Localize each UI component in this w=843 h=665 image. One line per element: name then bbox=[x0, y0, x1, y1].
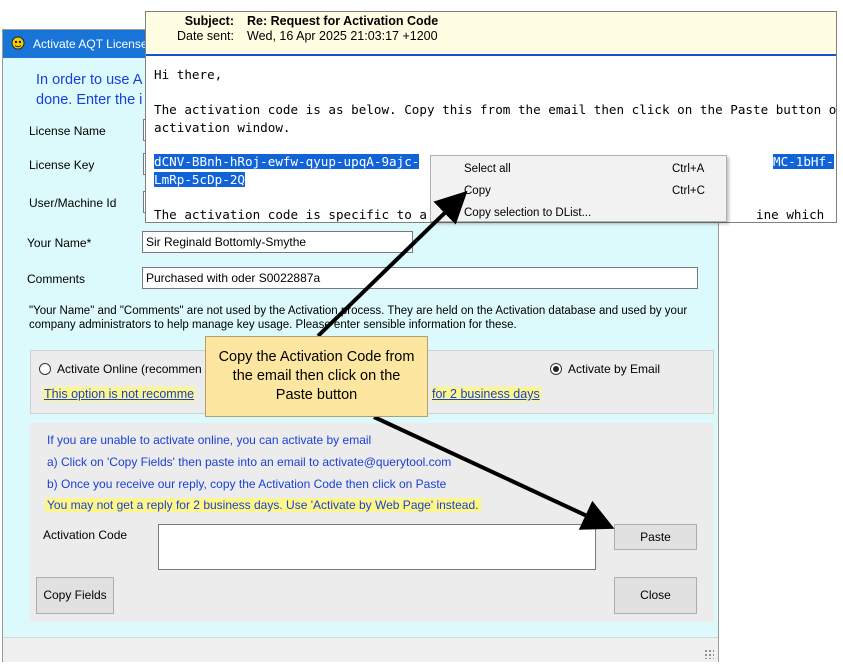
arrow-to-paste-button bbox=[373, 415, 615, 530]
instruction-callout: Copy the Activation Code from the email … bbox=[205, 336, 428, 417]
arrow-to-copy-menu bbox=[316, 190, 468, 338]
annotation-arrows bbox=[316, 190, 615, 530]
